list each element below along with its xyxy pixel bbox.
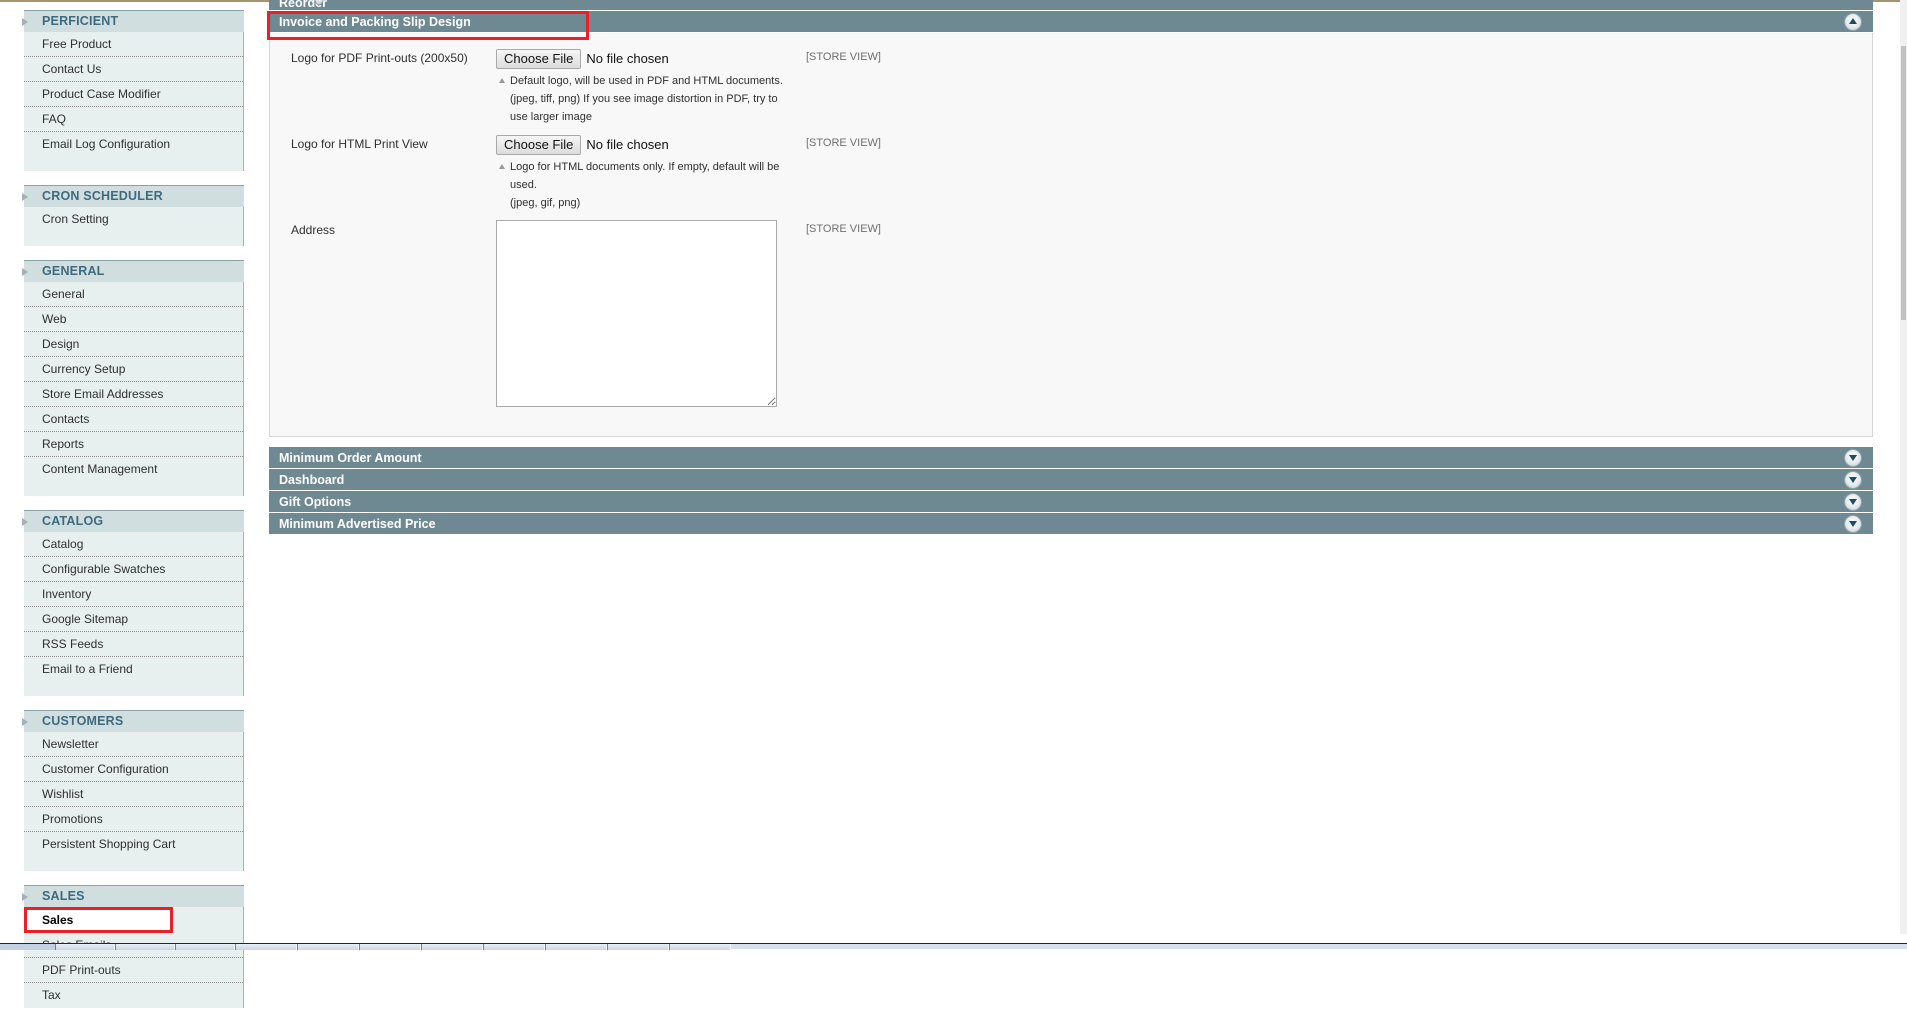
triangle-right-icon [22,193,28,201]
sidebar-item-faq[interactable]: FAQ [24,107,243,132]
sidebar-item-email-log-configuration[interactable]: Email Log Configuration [24,132,243,157]
sidebar-item-contacts[interactable]: Contacts [24,407,243,432]
section-minimum-advertised-price-header[interactable]: Minimum Advertised Price [269,513,1873,535]
sidebar-group-perficient: PERFICIENT Free Product Contact Us Produ… [22,10,244,171]
sidebar-item-wishlist[interactable]: Wishlist [24,782,243,807]
sidebar-item-web[interactable]: Web [24,307,243,332]
triangle-right-icon [22,718,28,726]
sidebar-item-currency-setup[interactable]: Currency Setup [24,357,243,382]
sidebar-group-customers: CUSTOMERS Newsletter Customer Configurat… [22,710,244,871]
taskbar-pinned-app[interactable] [115,944,175,950]
field-row-logo-html: Logo for HTML Print View Choose File No … [270,134,1872,212]
sidebar-item-google-sitemap[interactable]: Google Sitemap [24,607,243,632]
scope-label: [STORE VIEW] [806,223,881,235]
section-reorder-header[interactable]: Reorder [269,0,1873,11]
choose-file-button-pdf-logo[interactable]: Choose File [496,48,582,69]
scrollbar-thumb[interactable] [1901,46,1906,320]
file-status: No file chosen [586,51,669,66]
expand-toggle-icon[interactable] [1845,472,1861,488]
taskbar-pinned-app[interactable] [545,944,607,950]
sidebar-item-general[interactable]: General [24,282,243,307]
sidebar-item-rss-feeds[interactable]: RSS Feeds [24,632,243,657]
field-label: Logo for PDF Print-outs (200x50) [291,51,468,65]
sidebar-item-persistent-shopping-cart[interactable]: Persistent Shopping Cart [24,832,243,857]
choose-file-button-html-logo[interactable]: Choose File [496,134,582,155]
sidebar-item-product-case-modifier[interactable]: Product Case Modifier [24,82,243,107]
sidebar-item-cron-setting[interactable]: Cron Setting [24,207,243,232]
start-button-icon[interactable] [0,944,55,950]
config-main: Reorder Invoice and Packing Slip Design … [267,0,1873,535]
expand-toggle-icon[interactable] [1845,516,1861,532]
sidebar-group-header[interactable]: CUSTOMERS [22,710,244,732]
expand-toggle-icon[interactable] [1845,450,1861,466]
sidebar-item-sales[interactable]: Sales [24,907,173,933]
sidebar-group-header[interactable]: CATALOG [22,510,244,532]
sidebar-item-store-email-addresses[interactable]: Store Email Addresses [24,382,243,407]
sidebar-item-free-product[interactable]: Free Product [24,32,243,57]
taskbar-pinned-app[interactable] [359,944,421,950]
os-taskbar [0,943,1907,950]
triangle-right-icon [22,18,28,26]
file-status: No file chosen [586,137,669,152]
vertical-scrollbar[interactable] [1900,0,1907,934]
taskbar-pinned-app[interactable] [421,944,483,950]
sidebar-item-newsletter[interactable]: Newsletter [24,732,243,757]
config-sidebar: PERFICIENT Free Product Contact Us Produ… [22,10,244,1022]
taskbar-pinned-app[interactable] [297,944,359,950]
section-minimum-order-amount-header[interactable]: Minimum Order Amount [269,447,1873,469]
taskbar-pinned-app[interactable] [669,944,731,950]
invoice-packing-slip-fieldset: Logo for PDF Print-outs (200x50) Choose … [269,33,1873,437]
section-dashboard-header[interactable]: Dashboard [269,469,1873,491]
field-note: Logo for HTML documents only. If empty, … [496,158,788,212]
field-label: Address [291,223,336,237]
field-row-logo-pdf: Logo for PDF Print-outs (200x50) Choose … [270,48,1872,126]
address-textarea[interactable] [496,220,777,407]
field-row-address: Address [STORE VIEW] [270,220,1872,410]
note-arrow-icon [499,164,505,169]
triangle-right-icon [22,518,28,526]
sidebar-item-email-to-a-friend[interactable]: Email to a Friend [24,657,243,682]
section-gift-options-header[interactable]: Gift Options [269,491,1873,513]
section-invoice-packing-slip-header[interactable]: Invoice and Packing Slip Design [269,11,1873,33]
taskbar-pinned-app[interactable] [175,944,235,950]
taskbar-pinned-app[interactable] [235,944,297,950]
sidebar-item-content-management[interactable]: Content Management [24,457,243,482]
sidebar-item-configurable-swatches[interactable]: Configurable Swatches [24,557,243,582]
sidebar-group-header[interactable]: CRON SCHEDULER [22,185,244,207]
sidebar-group-general: GENERAL General Web Design Currency Setu… [22,260,244,496]
sidebar-item-tax[interactable]: Tax [24,983,243,1008]
scope-label: [STORE VIEW] [806,137,881,149]
sidebar-group-catalog: CATALOG Catalog Configurable Swatches In… [22,510,244,696]
sidebar-group-header[interactable]: PERFICIENT [22,10,244,32]
triangle-right-icon [22,893,28,901]
triangle-right-icon [22,268,28,276]
sidebar-item-catalog[interactable]: Catalog [24,532,243,557]
sidebar-item-inventory[interactable]: Inventory [24,582,243,607]
sidebar-group-header[interactable]: GENERAL [22,260,244,282]
sidebar-group-header[interactable]: SALES [22,885,244,907]
expand-toggle-icon[interactable] [1845,494,1861,510]
sidebar-item-pdf-print-outs[interactable]: PDF Print-outs [24,958,243,983]
sidebar-item-design[interactable]: Design [24,332,243,357]
sidebar-item-contact-us[interactable]: Contact Us [24,57,243,82]
sidebar-group-cron-scheduler: CRON SCHEDULER Cron Setting [22,185,244,246]
field-label: Logo for HTML Print View [291,137,428,151]
collapse-toggle-icon[interactable] [1845,14,1861,30]
scope-label: [STORE VIEW] [806,51,881,63]
taskbar-pinned-app[interactable] [483,944,545,950]
taskbar-pinned-app[interactable] [607,944,669,950]
field-note: Default logo, will be used in PDF and HT… [496,72,788,126]
note-arrow-icon [499,78,505,83]
sidebar-item-promotions[interactable]: Promotions [24,807,243,832]
sidebar-item-customer-configuration[interactable]: Customer Configuration [24,757,243,782]
sidebar-item-reports[interactable]: Reports [24,432,243,457]
taskbar-pinned-app[interactable] [55,944,115,950]
